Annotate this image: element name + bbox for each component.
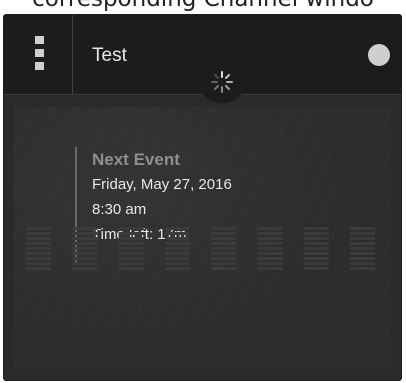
channel-title: Test — [92, 45, 127, 66]
level-meter-segment — [72, 267, 98, 270]
level-meter-segment — [303, 267, 329, 270]
level-meter-segment — [26, 267, 51, 270]
level-meter-segment — [26, 237, 51, 240]
level-meter-segment — [164, 227, 190, 230]
level-meter-segment — [118, 232, 144, 235]
level-meter-segment — [118, 242, 144, 245]
level-meter-segment — [118, 247, 144, 250]
level-meter-segment — [118, 262, 144, 265]
level-meter-segment — [350, 242, 376, 245]
level-meter-column — [72, 227, 98, 270]
level-meter-segment — [118, 252, 144, 255]
level-meter-segment — [72, 237, 98, 240]
level-meter-segment — [72, 262, 98, 265]
status-dot-icon — [368, 44, 390, 66]
level-meter-segment — [350, 237, 376, 240]
level-meter-segment — [164, 252, 190, 255]
level-meter-segment — [164, 267, 190, 270]
level-meter-segment — [211, 267, 237, 270]
level-meter-segment — [72, 242, 98, 245]
level-meter-segment — [164, 242, 190, 245]
level-meter-segment — [211, 252, 237, 255]
level-meter-segment — [211, 242, 237, 245]
level-meter-segment — [72, 247, 98, 250]
loading-indicator — [196, 69, 248, 103]
level-meter-column — [118, 227, 144, 270]
level-meter-segment — [118, 227, 144, 230]
level-meter-segment — [350, 252, 376, 255]
level-meter-segment — [350, 257, 376, 260]
level-meter-segment — [164, 232, 190, 235]
next-event-date: Friday, May 27, 2016 — [92, 176, 232, 193]
level-meter-segment — [164, 247, 190, 250]
level-meter-segment — [303, 247, 329, 250]
page-caption: corresponding Channel windo — [0, 0, 406, 12]
level-meter-segment — [211, 262, 237, 265]
channel-menu-button[interactable] — [4, 15, 73, 95]
level-meter-segment — [257, 257, 283, 260]
level-meter-segment — [303, 262, 329, 265]
level-meter-segment — [211, 232, 237, 235]
level-meter-segment — [72, 232, 98, 235]
level-meter-segment — [303, 242, 329, 245]
level-meter-column — [26, 227, 51, 270]
level-meter-segment — [257, 227, 283, 230]
level-meter-segment — [350, 232, 376, 235]
level-meter-segment — [303, 252, 329, 255]
level-meter-segment — [211, 247, 237, 250]
level-meter-segment — [350, 267, 376, 270]
level-meter-segment — [257, 247, 283, 250]
level-meter-segment — [26, 232, 51, 235]
level-meter-segment — [257, 252, 283, 255]
level-meter-column — [211, 227, 237, 270]
level-meter-segment — [164, 262, 190, 265]
level-meter-segment — [26, 227, 51, 230]
level-meter-segment — [350, 247, 376, 250]
level-meter-segment — [303, 257, 329, 260]
level-meter-segment — [257, 232, 283, 235]
level-meter-segment — [257, 237, 283, 240]
level-meter-column — [303, 227, 329, 270]
level-meter-segment — [350, 262, 376, 265]
level-meter-segment — [26, 252, 51, 255]
level-meter-segment — [26, 242, 51, 245]
level-meter-segment — [26, 257, 51, 260]
level-meter-segment — [350, 227, 376, 230]
level-meter-segment — [257, 242, 283, 245]
level-meter-column — [257, 227, 283, 270]
level-meter-segment — [118, 267, 144, 270]
level-meter-segment — [211, 237, 237, 240]
level-meter-segment — [72, 252, 98, 255]
level-meter-segment — [26, 262, 51, 265]
level-meter-segment — [257, 262, 283, 265]
level-meter-segment — [211, 257, 237, 260]
next-event-heading: Next Event — [92, 150, 180, 169]
level-meter-segment — [118, 257, 144, 260]
level-meter-segment — [257, 267, 283, 270]
level-meter-segment — [211, 227, 237, 230]
level-meter-column — [164, 227, 190, 270]
next-event-time: 8:30 am — [92, 201, 147, 218]
level-meter-column — [350, 227, 376, 270]
level-meter-segment — [164, 257, 190, 260]
audio-level-meters — [26, 225, 388, 273]
level-meter-segment — [303, 227, 329, 230]
level-meter-segment — [72, 227, 98, 230]
level-meter-segment — [26, 247, 51, 250]
level-meter-segment — [72, 257, 98, 260]
loading-spinner-icon — [211, 71, 233, 93]
level-meter-segment — [303, 237, 329, 240]
audio-level-meter-icon — [26, 227, 376, 270]
level-meter-segment — [118, 237, 144, 240]
level-meter-segment — [303, 232, 329, 235]
channel-card: Test Next Event Friday, May 27, 2016 8:3… — [3, 14, 402, 381]
level-meter-segment — [164, 237, 190, 240]
